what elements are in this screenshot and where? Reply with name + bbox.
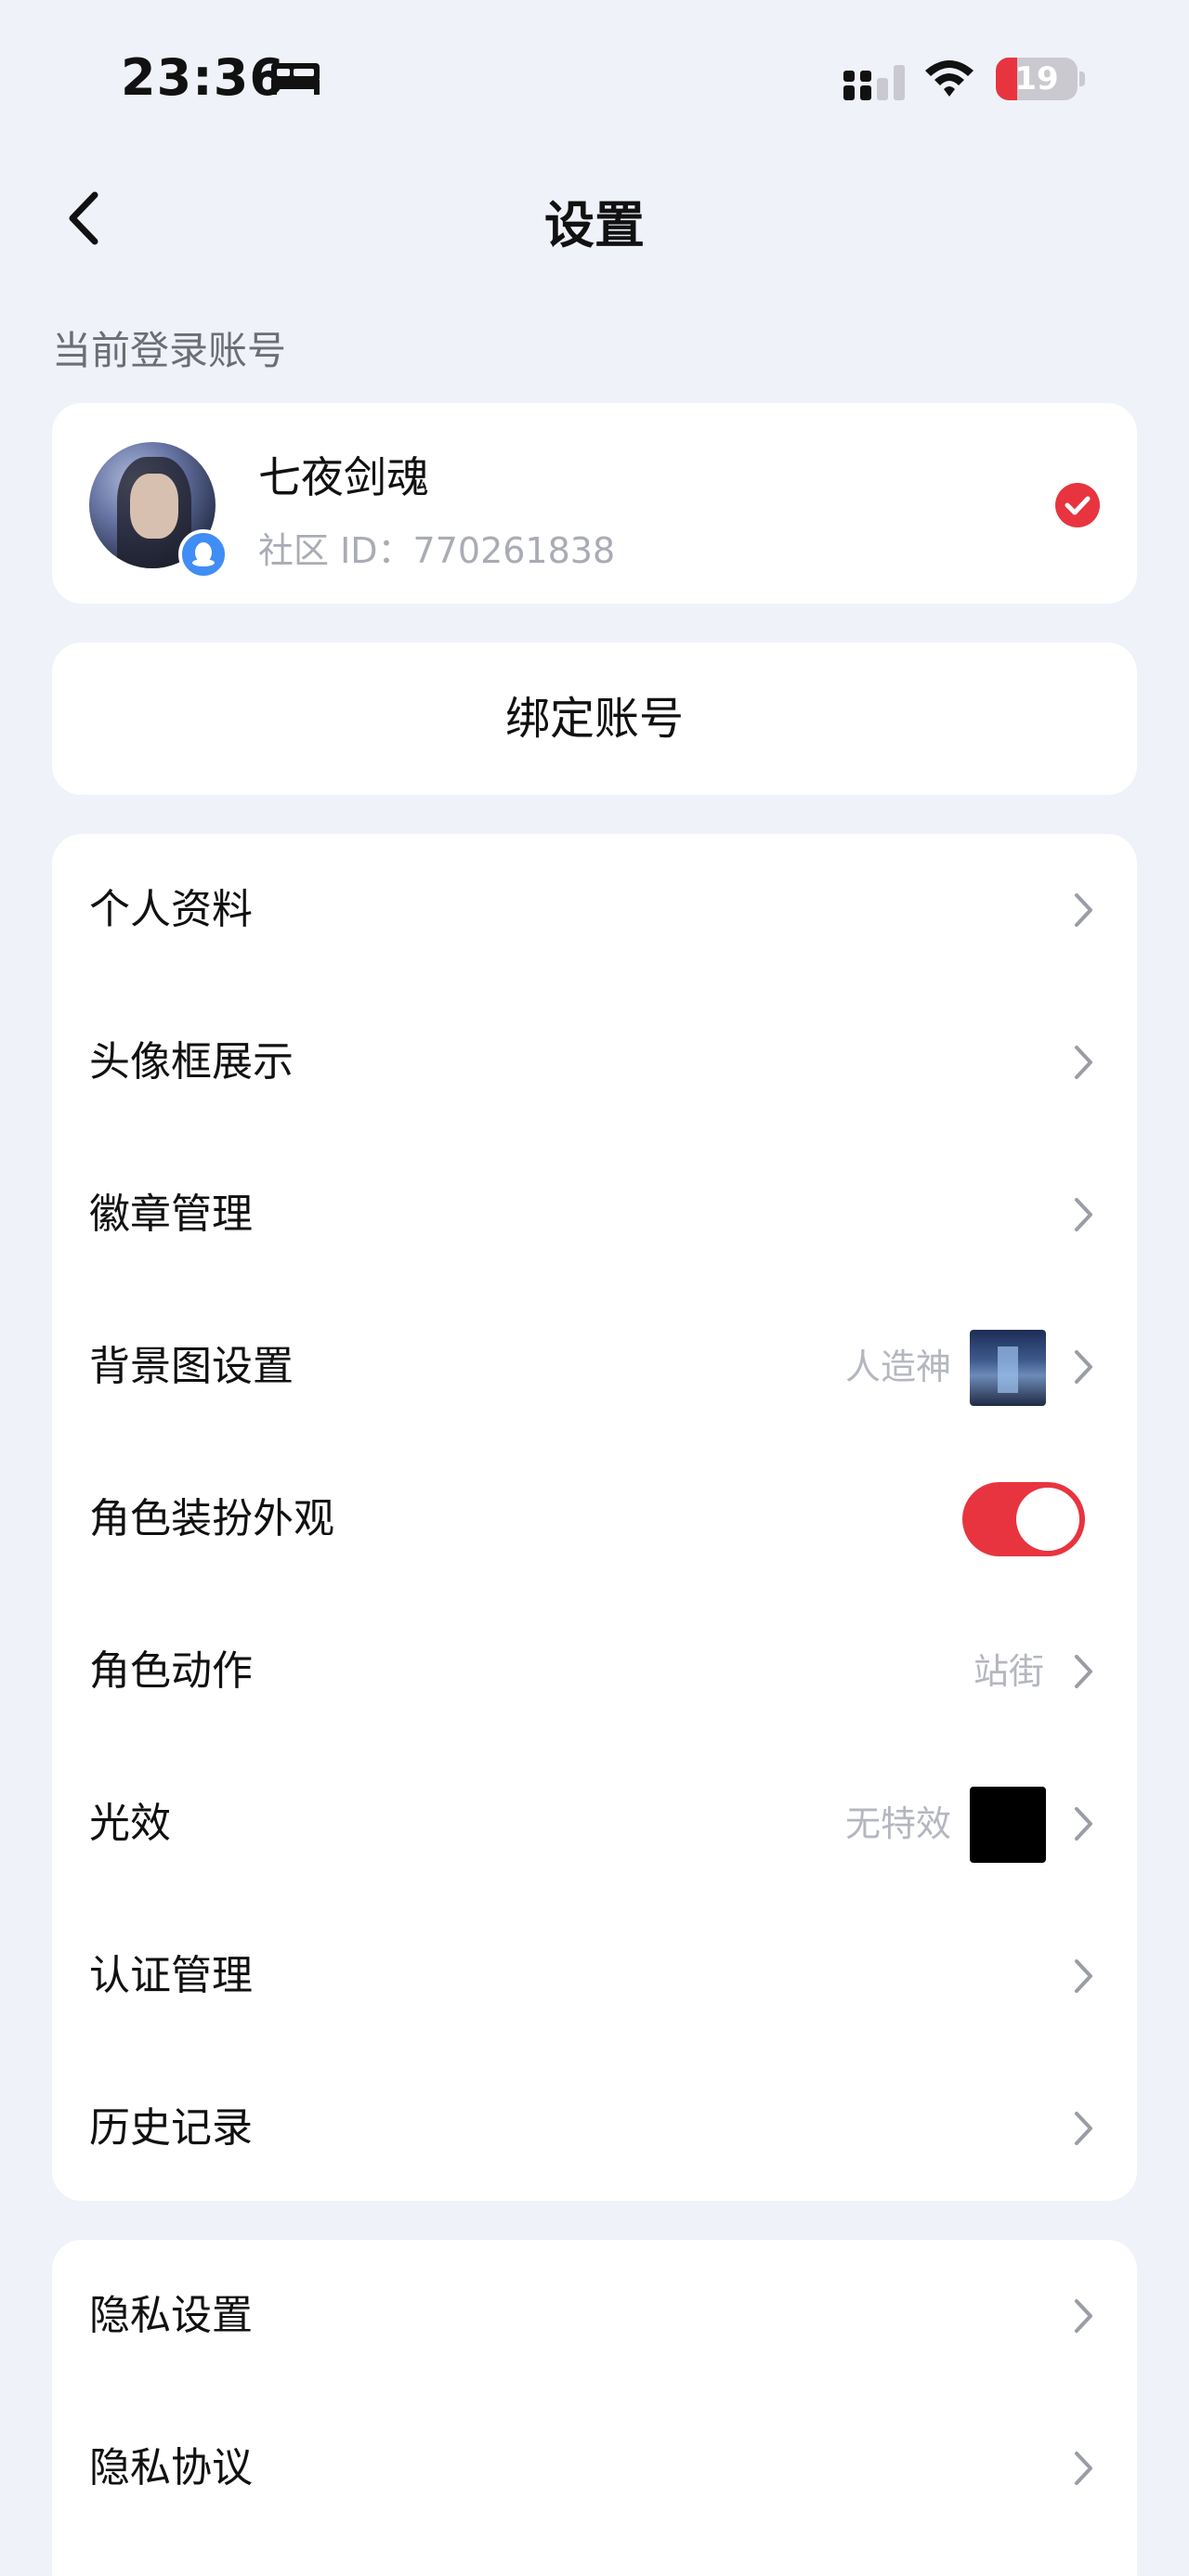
menu-item-background[interactable]: 背景图设置 人造神 [52,1291,1137,1443]
chevron-right-icon [1075,2452,1092,2485]
chevron-right-icon [1075,893,1092,927]
toggle-knob [1016,1488,1079,1551]
menu-item-label: 角色装扮外观 [89,1495,334,1542]
chevron-right-icon [1075,1959,1092,1993]
menu-item-history[interactable]: 历史记录 [52,2052,1137,2205]
chevron-right-icon [1075,1655,1092,1688]
menu-item-value: 无特效 [844,1803,951,1844]
bind-account-label: 绑定账号 [504,693,684,745]
settings-menu: 个人资料 头像框展示 徽章管理 背景图设置 人造神 角色装扮外观 角色动作 站街 [52,834,1137,2201]
menu-item-label: 历史记录 [89,2104,253,2152]
menu-item-character-action[interactable]: 角色动作 站街 [52,1595,1137,1748]
light-effect-thumbnail [970,1787,1046,1863]
menu-item-value: 站街 [973,1651,1044,1692]
menu-item-label: 认证管理 [89,1952,253,1999]
battery-text: 19 [1014,60,1059,98]
chevron-right-icon [1075,1046,1092,1079]
menu-item-label: 角色动作 [89,1647,253,1695]
chevron-right-icon [1075,1807,1092,1841]
menu-item-profile[interactable]: 个人资料 [52,834,1137,986]
menu-item-label: 隐私协议 [89,2444,253,2491]
wifi-icon [925,60,973,97]
current-account-card[interactable]: 七夜剑魂 社区 ID：770261838 [52,403,1137,604]
status-time: 23:36 [121,48,285,107]
bind-account-button[interactable]: 绑定账号 [52,643,1137,795]
menu-item-outfit: 角色装扮外观 [52,1443,1137,1595]
menu-item-value: 人造神 [844,1347,951,1387]
check-circle-icon [1055,483,1100,527]
menu-item-badges[interactable]: 徽章管理 [52,1138,1137,1291]
outfit-toggle[interactable] [962,1482,1085,1556]
bed-icon [271,63,320,95]
cellular-signal-icon [843,65,905,100]
menu-item-light-effect[interactable]: 光效 无特效 [52,1748,1137,1900]
menu-item-privacy-policy[interactable]: 隐私协议 [52,2392,1137,2544]
chevron-right-icon [1075,2299,1092,2333]
menu-item-label: 徽章管理 [89,1190,253,1238]
current-account-label: 当前登录账号 [52,328,287,373]
battery-indicator: 19 [996,58,1085,100]
menu-item-label: 光效 [89,1800,171,1847]
chevron-right-icon [1075,2112,1092,2145]
chevron-right-icon [1075,1198,1092,1231]
privacy-menu: 隐私设置 隐私协议 [52,2240,1137,2576]
page-title: 设置 [544,196,645,254]
background-thumbnail [970,1330,1046,1406]
menu-item-verification[interactable]: 认证管理 [52,1900,1137,2052]
menu-item-privacy-settings[interactable]: 隐私设置 [52,2240,1137,2392]
menu-item-label: 头像框展示 [89,1038,294,1086]
menu-item-avatar-frame[interactable]: 头像框展示 [52,986,1137,1138]
chevron-right-icon [1075,1350,1092,1384]
account-name: 七夜剑魂 [258,452,429,502]
settings-page: 23:36 19 设置 当前登录账号 七夜剑魂 社区 ID：770261838 … [0,0,1189,2576]
menu-item-label: 背景图设置 [89,1343,294,1390]
status-bar: 23:36 19 [0,0,1189,158]
qq-icon [178,529,229,579]
account-id: 社区 ID：770261838 [258,530,616,571]
menu-item-label: 个人资料 [89,886,253,933]
menu-item-label: 隐私设置 [89,2292,253,2339]
